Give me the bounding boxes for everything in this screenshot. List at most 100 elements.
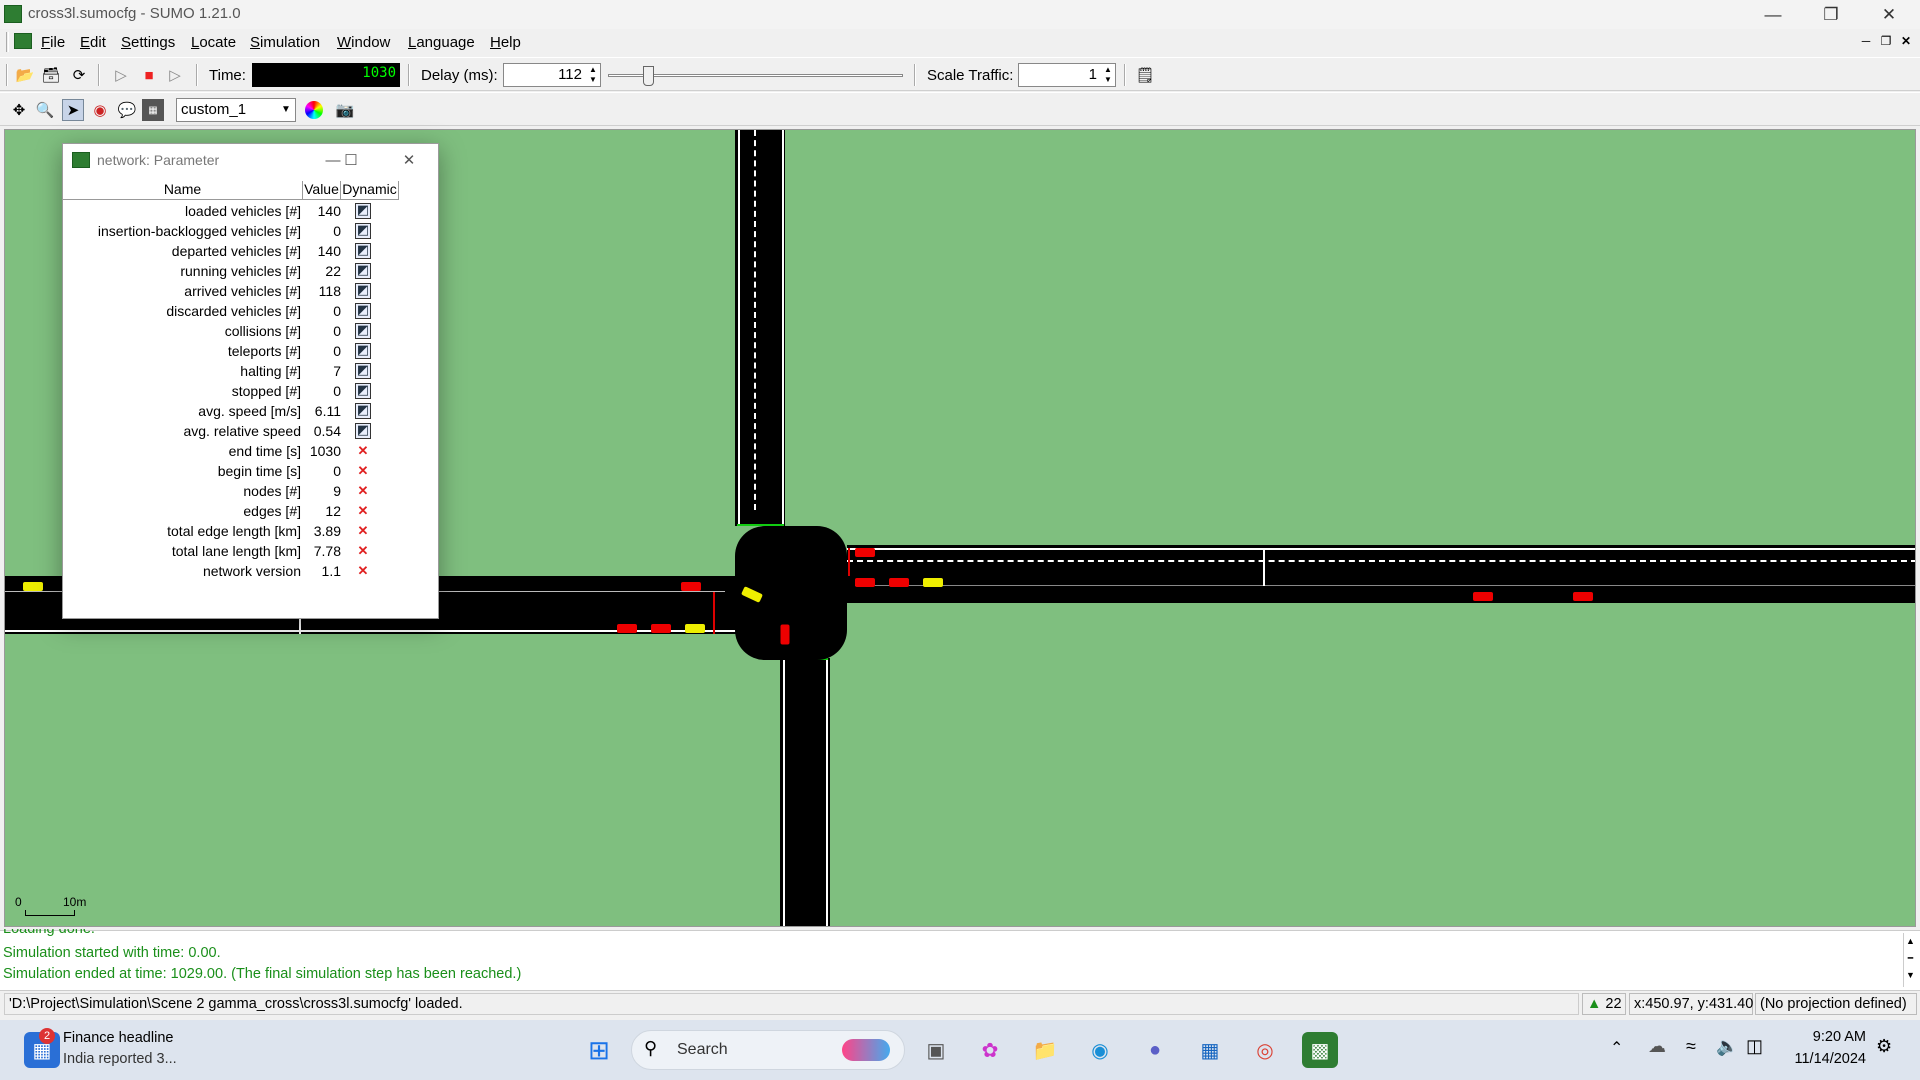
- column-header-name[interactable]: Name: [63, 181, 303, 200]
- parameter-row[interactable]: total lane length [km] 7.78 ✕: [63, 541, 403, 561]
- param-close-button[interactable]: ✕: [389, 148, 429, 172]
- teams-icon[interactable]: ●: [1137, 1032, 1173, 1068]
- parameter-row[interactable]: discarded vehicles [#] 0 ◩: [63, 301, 403, 321]
- close-button[interactable]: ✕: [1860, 0, 1918, 29]
- vehicle[interactable]: [1473, 592, 1493, 601]
- color-wheel-icon[interactable]: [305, 101, 323, 119]
- locate-vehicle-icon[interactable]: ◉: [89, 99, 111, 121]
- parameter-row[interactable]: loaded vehicles [#] 140 ◩: [63, 201, 403, 221]
- notification-bell-icon[interactable]: ⚙: [1876, 1036, 1892, 1057]
- parameter-row[interactable]: nodes [#] 9 ✕: [63, 481, 403, 501]
- parameter-row[interactable]: avg. relative speed 0.54 ◩: [63, 421, 403, 441]
- vehicle[interactable]: [889, 578, 909, 587]
- open-plot-icon[interactable]: ◩: [355, 283, 371, 299]
- open-plot-icon[interactable]: ◩: [355, 383, 371, 399]
- battery-icon[interactable]: ◫: [1746, 1036, 1763, 1057]
- parameter-row[interactable]: network version 1.1 ✕: [63, 561, 403, 581]
- column-header-value[interactable]: Value: [303, 181, 341, 200]
- menu-locate[interactable]: Locate: [191, 34, 236, 51]
- settings-dialog-icon[interactable]: 🗒: [1134, 64, 1156, 86]
- menu-help[interactable]: Help: [490, 34, 521, 51]
- copilot-icon[interactable]: ✿: [972, 1032, 1008, 1068]
- restore-button[interactable]: ❐: [1802, 0, 1860, 29]
- vehicle[interactable]: [685, 624, 705, 633]
- open-plot-icon[interactable]: ◩: [355, 263, 371, 279]
- vehicle[interactable]: [855, 578, 875, 587]
- menu-settings[interactable]: Settings: [121, 34, 175, 51]
- vehicle[interactable]: [780, 624, 790, 645]
- menu-edit[interactable]: Edit: [80, 34, 106, 51]
- stop-icon[interactable]: ■: [138, 64, 160, 86]
- widget-title[interactable]: Finance headline: [63, 1030, 173, 1046]
- vehicle[interactable]: [23, 582, 43, 591]
- open-plot-icon[interactable]: ◩: [355, 203, 371, 219]
- delay-slider-thumb[interactable]: [643, 66, 655, 86]
- start-windows-icon[interactable]: ⊞: [581, 1032, 617, 1068]
- minimize-button[interactable]: —: [1744, 0, 1802, 29]
- vehicle[interactable]: [923, 578, 943, 587]
- parameter-row[interactable]: begin time [s] 0 ✕: [63, 461, 403, 481]
- store-icon[interactable]: ▦: [1192, 1032, 1228, 1068]
- vehicle[interactable]: [1573, 592, 1593, 601]
- parameter-row[interactable]: insertion-backlogged vehicles [#] 0 ◩: [63, 221, 403, 241]
- breakpoint-icon[interactable]: ▦: [142, 99, 164, 121]
- open-plot-icon[interactable]: ◩: [355, 323, 371, 339]
- parameter-window-titlebar[interactable]: network: Parameter — ☐ ✕: [63, 144, 438, 176]
- wifi-icon[interactable]: ≈: [1686, 1036, 1696, 1057]
- chrome-icon[interactable]: ◎: [1247, 1032, 1283, 1068]
- parameter-row[interactable]: stopped [#] 0 ◩: [63, 381, 403, 401]
- open-plot-icon[interactable]: ◩: [355, 403, 371, 419]
- sumo-taskbar-icon[interactable]: ▩: [1302, 1032, 1338, 1068]
- menu-window[interactable]: Window: [337, 34, 390, 51]
- clock-time[interactable]: 9:20 AM: [1786, 1029, 1866, 1045]
- open-plot-icon[interactable]: ◩: [355, 363, 371, 379]
- recenter-view-icon[interactable]: ✥: [8, 99, 30, 121]
- screenshot-icon[interactable]: 📷: [334, 99, 356, 121]
- open-plot-icon[interactable]: ◩: [355, 223, 371, 239]
- open-plot-icon[interactable]: ◩: [355, 303, 371, 319]
- parameter-row[interactable]: total edge length [km] 3.89 ✕: [63, 521, 403, 541]
- scale-spinner-arrows-icon[interactable]: ▲ ▼: [1102, 65, 1114, 85]
- reload-icon[interactable]: ⟳: [68, 64, 90, 86]
- parameter-row[interactable]: teleports [#] 0 ◩: [63, 341, 403, 361]
- zoom-icon[interactable]: 🔍: [34, 99, 56, 121]
- mdi-child-icon[interactable]: [14, 33, 32, 49]
- open-plot-icon[interactable]: ◩: [355, 343, 371, 359]
- select-cursor-icon[interactable]: ➤: [62, 99, 84, 121]
- column-header-dynamic[interactable]: Dynamic: [341, 181, 399, 200]
- parameter-row[interactable]: avg. speed [m/s] 6.11 ◩: [63, 401, 403, 421]
- mdi-restore-icon[interactable]: ❐: [1878, 33, 1894, 49]
- parameter-row[interactable]: arrived vehicles [#] 118 ◩: [63, 281, 403, 301]
- taskbar-search[interactable]: ⚲ Search: [631, 1030, 905, 1070]
- scheme-select[interactable]: custom_1: [176, 98, 296, 122]
- menu-simulation[interactable]: Simulation: [250, 34, 320, 51]
- vehicle[interactable]: [651, 624, 671, 633]
- parameter-row[interactable]: end time [s] 1030 ✕: [63, 441, 403, 461]
- parameter-row[interactable]: halting [#] 7 ◩: [63, 361, 403, 381]
- vehicle[interactable]: [855, 548, 875, 557]
- widget-subtitle[interactable]: India reported 3...: [63, 1051, 177, 1067]
- parameter-row[interactable]: running vehicles [#] 22 ◩: [63, 261, 403, 281]
- tray-overflow-icon[interactable]: ⌃: [1610, 1038, 1623, 1058]
- delay-spinner-arrows-icon[interactable]: ▲ ▼: [587, 65, 599, 85]
- file-explorer-icon[interactable]: 📁: [1027, 1032, 1063, 1068]
- task-view-icon[interactable]: ▣: [918, 1032, 954, 1068]
- clock-date[interactable]: 11/14/2024: [1776, 1051, 1867, 1067]
- vehicle[interactable]: [617, 624, 637, 633]
- open-folder-icon[interactable]: 📂: [14, 64, 36, 86]
- step-icon[interactable]: ▷: [164, 64, 186, 86]
- parameter-row[interactable]: departed vehicles [#] 140 ◩: [63, 241, 403, 261]
- open-network-icon[interactable]: 🗃: [40, 64, 62, 86]
- log-scrollbar[interactable]: ▲ ━ ▼: [1903, 933, 1917, 987]
- parameter-row[interactable]: edges [#] 12 ✕: [63, 501, 403, 521]
- param-maximize-button[interactable]: ☐: [331, 148, 371, 172]
- mdi-minimize-icon[interactable]: ─: [1858, 33, 1874, 49]
- open-plot-icon[interactable]: ◩: [355, 243, 371, 259]
- parameter-row[interactable]: collisions [#] 0 ◩: [63, 321, 403, 341]
- volume-icon[interactable]: 🔈: [1716, 1036, 1738, 1057]
- menu-file[interactable]: File: [41, 34, 65, 51]
- open-plot-icon[interactable]: ◩: [355, 423, 371, 439]
- mdi-close-icon[interactable]: ✕: [1898, 33, 1914, 49]
- onedrive-icon[interactable]: ☁: [1648, 1036, 1666, 1057]
- scheme-dropdown-icon[interactable]: ▼: [281, 104, 291, 115]
